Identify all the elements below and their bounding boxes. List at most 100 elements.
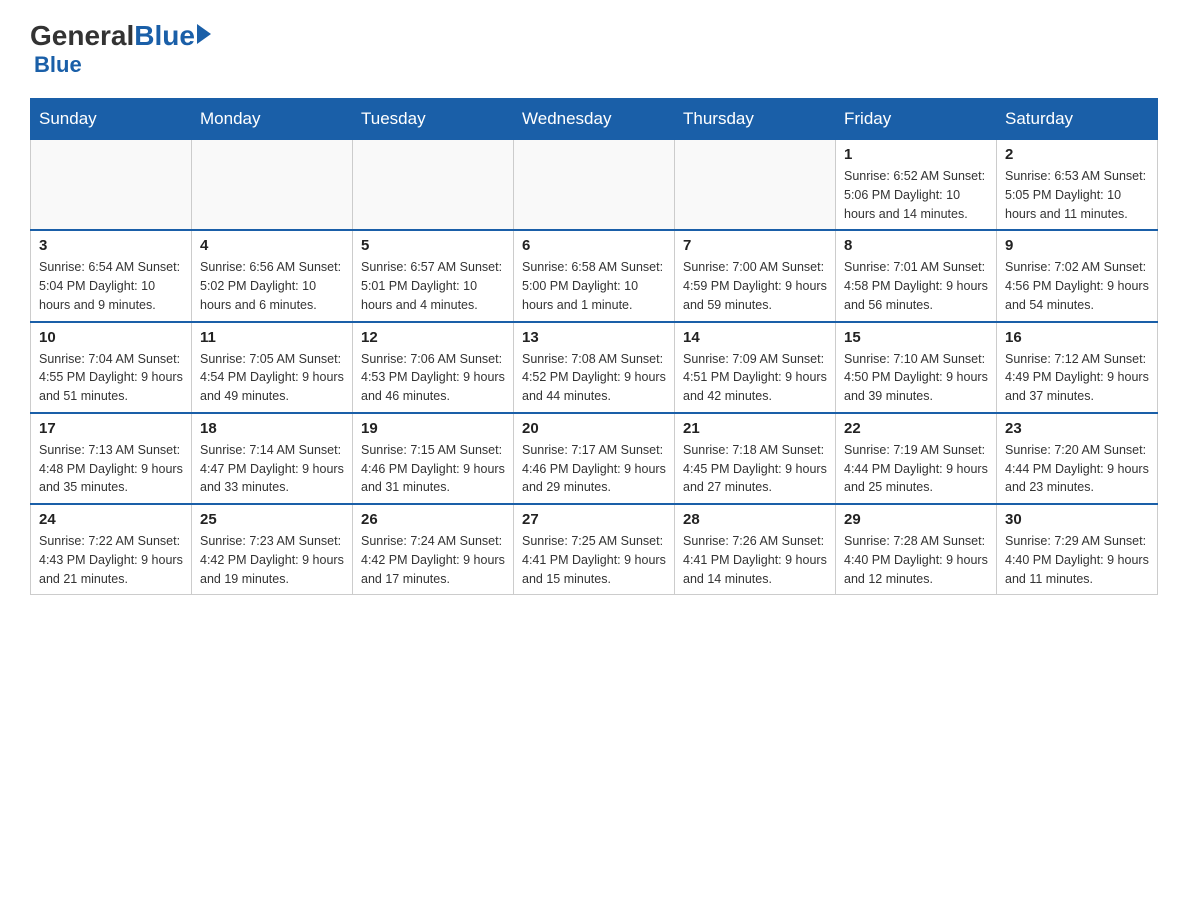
calendar-cell: 9 Sunrise: 7:02 AM Sunset: 4:56 PM Daylig… [997, 230, 1158, 321]
logo-blue: Blue [134, 20, 195, 52]
calendar-cell: 30 Sunrise: 7:29 AM Sunset: 4:40 PM Dayli… [997, 504, 1158, 595]
day-number: 17 [39, 420, 183, 437]
day-number: 16 [1005, 329, 1149, 346]
calendar-week-5: 24Sunrise: 7:22 AM Sunset: 4:43 PM Dayli… [31, 504, 1158, 595]
day-info: Sunrise: 7:00 AM Sunset: 4:59 PM Dayligh… [683, 258, 827, 314]
calendar-table: SundayMondayTuesdayWednesdayThursdayFrid… [30, 98, 1158, 595]
day-number: 1 [844, 146, 988, 163]
day-number: 10 [39, 329, 183, 346]
day-number: 5 [361, 237, 505, 254]
day-number: 4 [200, 237, 344, 254]
day-info: Sunrise: 6:57 AM Sunset: 5:01 PM Dayligh… [361, 258, 505, 314]
day-header-friday: Friday [836, 99, 997, 140]
calendar-cell: 16 Sunrise: 7:12 AM Sunset: 4:49 PM Dayli… [997, 322, 1158, 413]
day-number: 26 [361, 511, 505, 528]
day-info: Sunrise: 7:06 AM Sunset: 4:53 PM Dayligh… [361, 350, 505, 406]
day-number: 12 [361, 329, 505, 346]
day-number: 28 [683, 511, 827, 528]
day-info: Sunrise: 7:28 AM Sunset: 4:40 PM Dayligh… [844, 532, 988, 588]
day-info: Sunrise: 7:25 AM Sunset: 4:41 PM Dayligh… [522, 532, 666, 588]
calendar-cell [514, 140, 675, 231]
day-info: Sunrise: 7:17 AM Sunset: 4:46 PM Dayligh… [522, 441, 666, 497]
day-number: 25 [200, 511, 344, 528]
calendar-cell [353, 140, 514, 231]
day-info: Sunrise: 7:09 AM Sunset: 4:51 PM Dayligh… [683, 350, 827, 406]
logo-arrow-icon [197, 24, 211, 44]
day-number: 11 [200, 329, 344, 346]
calendar-cell: 18 Sunrise: 7:14 AM Sunset: 4:47 PM Dayli… [192, 413, 353, 504]
day-number: 23 [1005, 420, 1149, 437]
day-number: 21 [683, 420, 827, 437]
calendar-cell: 21Sunrise: 7:18 AM Sunset: 4:45 PM Dayli… [675, 413, 836, 504]
day-number: 24 [39, 511, 183, 528]
calendar-cell: 19 Sunrise: 7:15 AM Sunset: 4:46 PM Dayli… [353, 413, 514, 504]
logo: General Blue Blue [30, 20, 211, 78]
day-info: Sunrise: 6:54 AM Sunset: 5:04 PM Dayligh… [39, 258, 183, 314]
day-header-wednesday: Wednesday [514, 99, 675, 140]
day-number: 19 [361, 420, 505, 437]
calendar-cell: 27Sunrise: 7:25 AM Sunset: 4:41 PM Dayli… [514, 504, 675, 595]
calendar-cell: 23 Sunrise: 7:20 AM Sunset: 4:44 PM Dayli… [997, 413, 1158, 504]
day-number: 14 [683, 329, 827, 346]
calendar-cell: 17 Sunrise: 7:13 AM Sunset: 4:48 PM Dayli… [31, 413, 192, 504]
day-info: Sunrise: 7:29 AM Sunset: 4:40 PM Dayligh… [1005, 532, 1149, 588]
day-number: 8 [844, 237, 988, 254]
day-header-saturday: Saturday [997, 99, 1158, 140]
day-info: Sunrise: 7:23 AM Sunset: 4:42 PM Dayligh… [200, 532, 344, 588]
calendar-week-1: 1 Sunrise: 6:52 AM Sunset: 5:06 PM Daylig… [31, 140, 1158, 231]
day-info: Sunrise: 7:14 AM Sunset: 4:47 PM Dayligh… [200, 441, 344, 497]
day-number: 18 [200, 420, 344, 437]
calendar-cell: 29 Sunrise: 7:28 AM Sunset: 4:40 PM Dayli… [836, 504, 997, 595]
day-number: 9 [1005, 237, 1149, 254]
calendar-cell: 7Sunrise: 7:00 AM Sunset: 4:59 PM Daylig… [675, 230, 836, 321]
day-info: Sunrise: 7:12 AM Sunset: 4:49 PM Dayligh… [1005, 350, 1149, 406]
calendar-cell: 10 Sunrise: 7:04 AM Sunset: 4:55 PM Dayli… [31, 322, 192, 413]
calendar-cell: 4 Sunrise: 6:56 AM Sunset: 5:02 PM Daylig… [192, 230, 353, 321]
calendar-cell: 26 Sunrise: 7:24 AM Sunset: 4:42 PM Dayli… [353, 504, 514, 595]
day-number: 30 [1005, 511, 1149, 528]
calendar-cell: 8 Sunrise: 7:01 AM Sunset: 4:58 PM Daylig… [836, 230, 997, 321]
day-info: Sunrise: 6:58 AM Sunset: 5:00 PM Dayligh… [522, 258, 666, 314]
day-info: Sunrise: 7:20 AM Sunset: 4:44 PM Dayligh… [1005, 441, 1149, 497]
day-info: Sunrise: 7:19 AM Sunset: 4:44 PM Dayligh… [844, 441, 988, 497]
page-header: General Blue Blue [30, 20, 1158, 78]
day-info: Sunrise: 7:04 AM Sunset: 4:55 PM Dayligh… [39, 350, 183, 406]
day-info: Sunrise: 7:13 AM Sunset: 4:48 PM Dayligh… [39, 441, 183, 497]
day-info: Sunrise: 7:10 AM Sunset: 4:50 PM Dayligh… [844, 350, 988, 406]
calendar-header-row: SundayMondayTuesdayWednesdayThursdayFrid… [31, 99, 1158, 140]
calendar-week-2: 3Sunrise: 6:54 AM Sunset: 5:04 PM Daylig… [31, 230, 1158, 321]
calendar-cell: 24Sunrise: 7:22 AM Sunset: 4:43 PM Dayli… [31, 504, 192, 595]
calendar-cell: 22Sunrise: 7:19 AM Sunset: 4:44 PM Dayli… [836, 413, 997, 504]
calendar-cell [675, 140, 836, 231]
day-info: Sunrise: 7:15 AM Sunset: 4:46 PM Dayligh… [361, 441, 505, 497]
calendar-cell [31, 140, 192, 231]
calendar-cell: 20 Sunrise: 7:17 AM Sunset: 4:46 PM Dayli… [514, 413, 675, 504]
day-info: Sunrise: 6:56 AM Sunset: 5:02 PM Dayligh… [200, 258, 344, 314]
calendar-week-4: 17 Sunrise: 7:13 AM Sunset: 4:48 PM Dayli… [31, 413, 1158, 504]
day-info: Sunrise: 7:24 AM Sunset: 4:42 PM Dayligh… [361, 532, 505, 588]
day-header-thursday: Thursday [675, 99, 836, 140]
day-number: 29 [844, 511, 988, 528]
logo-general: General [30, 20, 134, 52]
day-info: Sunrise: 6:53 AM Sunset: 5:05 PM Dayligh… [1005, 167, 1149, 223]
day-info: Sunrise: 7:08 AM Sunset: 4:52 PM Dayligh… [522, 350, 666, 406]
calendar-week-3: 10 Sunrise: 7:04 AM Sunset: 4:55 PM Dayli… [31, 322, 1158, 413]
calendar-cell: 11 Sunrise: 7:05 AM Sunset: 4:54 PM Dayli… [192, 322, 353, 413]
calendar-cell: 1 Sunrise: 6:52 AM Sunset: 5:06 PM Daylig… [836, 140, 997, 231]
day-header-monday: Monday [192, 99, 353, 140]
day-number: 6 [522, 237, 666, 254]
calendar-cell: 25 Sunrise: 7:23 AM Sunset: 4:42 PM Dayli… [192, 504, 353, 595]
day-info: Sunrise: 7:01 AM Sunset: 4:58 PM Dayligh… [844, 258, 988, 314]
day-number: 13 [522, 329, 666, 346]
day-info: Sunrise: 6:52 AM Sunset: 5:06 PM Dayligh… [844, 167, 988, 223]
day-number: 20 [522, 420, 666, 437]
calendar-cell [192, 140, 353, 231]
day-number: 2 [1005, 146, 1149, 163]
calendar-cell: 13 Sunrise: 7:08 AM Sunset: 4:52 PM Dayli… [514, 322, 675, 413]
day-info: Sunrise: 7:05 AM Sunset: 4:54 PM Dayligh… [200, 350, 344, 406]
calendar-cell: 6 Sunrise: 6:58 AM Sunset: 5:00 PM Daylig… [514, 230, 675, 321]
day-header-sunday: Sunday [31, 99, 192, 140]
calendar-cell: 15 Sunrise: 7:10 AM Sunset: 4:50 PM Dayli… [836, 322, 997, 413]
day-number: 15 [844, 329, 988, 346]
day-info: Sunrise: 7:02 AM Sunset: 4:56 PM Dayligh… [1005, 258, 1149, 314]
